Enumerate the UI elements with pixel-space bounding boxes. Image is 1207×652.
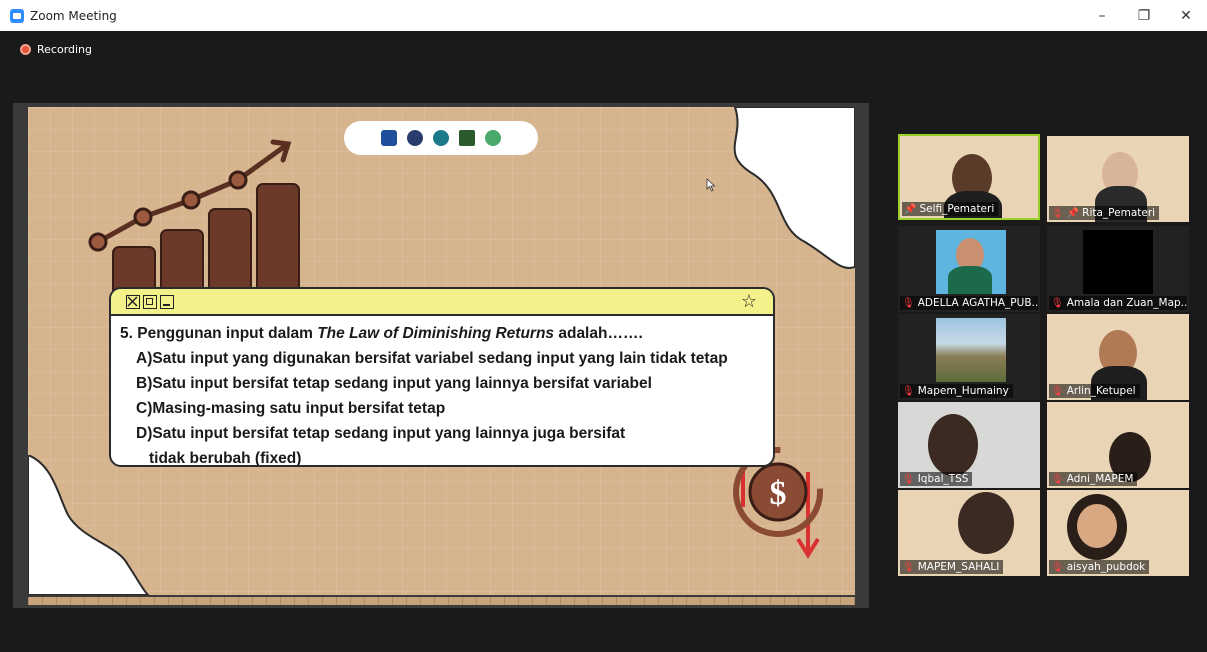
recording-indicator[interactable]: Recording: [20, 43, 92, 56]
pin-icon: 📌: [904, 203, 917, 215]
mic-muted-icon: 🎙: [902, 297, 915, 309]
participant-name: aisyah_pubdok: [1066, 561, 1146, 573]
video-tile-10[interactable]: 🎙 aisyah_pubdok: [1047, 490, 1189, 576]
question-card-header: ☆: [111, 289, 773, 316]
video-tile-8[interactable]: 🎙 Adni_MAPEM: [1047, 402, 1189, 488]
recording-label: Recording: [37, 43, 93, 56]
participant-name: Rita_Pemateri: [1082, 207, 1156, 219]
decorative-blob-bottom-left: [28, 455, 150, 595]
option-a: A)Satu input yang digunakan bersifat var…: [136, 350, 728, 367]
minimize-box-icon: [160, 294, 174, 309]
video-tile-9[interactable]: 🎙 MAPEM_SAHALI: [898, 490, 1040, 576]
video-tile-7[interactable]: 🎙 Iqbal_TSS: [898, 402, 1040, 488]
participant-name: ADELLA AGATHA_PUB...: [917, 297, 1038, 309]
video-tile-5[interactable]: 🎙 Mapem_Humainy: [898, 314, 1040, 400]
video-tile-2[interactable]: 🎙 📌 Rita_Pemateri: [1047, 136, 1189, 222]
option-c: C)Masing-masing satu input bersifat teta…: [136, 400, 446, 417]
maximize-box-icon: [143, 294, 157, 309]
close-button[interactable]: ✕: [1165, 0, 1207, 31]
participant-name: Mapem_Humainy: [917, 385, 1009, 397]
mouse-cursor-icon: [706, 178, 716, 192]
fossei-logo-icon: [433, 130, 449, 146]
participant-name: Iqbal_TSS: [917, 473, 969, 485]
window-titlebar: Zoom Meeting – ❐ ✕: [0, 0, 1207, 31]
org-logo-icon: [407, 130, 423, 146]
shared-screen[interactable]: $ ☆ 5. Penggunan input dalam The Law of …: [13, 103, 869, 608]
growth-chart-illustration: [88, 139, 300, 292]
zoom-app-icon: [10, 8, 24, 23]
question-text: 5. Penggunan input dalam The Law of Dimi…: [120, 325, 643, 342]
video-tile-4[interactable]: 🎙 Amala dan Zuan_Map...: [1047, 226, 1189, 312]
option-d-continuation: tidak berubah (fixed): [149, 450, 302, 467]
svg-text:$: $: [770, 475, 787, 512]
emblem-logo-icon: [459, 130, 475, 146]
mic-muted-icon: 🎙: [1051, 207, 1064, 219]
mic-muted-icon: 🎙: [1051, 561, 1064, 573]
participant-name: Selfi_Pemateri: [919, 203, 995, 215]
video-tile-1[interactable]: 📌 Selfi_Pemateri: [898, 134, 1040, 220]
mic-muted-icon: 🎙: [902, 561, 915, 573]
participant-name: Arlin_Ketupel: [1066, 385, 1136, 397]
close-box-icon: [126, 294, 140, 309]
mic-muted-icon: 🎙: [1051, 385, 1064, 397]
restore-button[interactable]: ❐: [1123, 0, 1165, 31]
anniversary-logo-icon: [485, 130, 501, 146]
pin-icon: 📌: [1066, 207, 1080, 219]
mic-muted-icon: 🎙: [1051, 297, 1064, 309]
minimize-button[interactable]: –: [1081, 0, 1123, 31]
window-title: Zoom Meeting: [30, 8, 117, 23]
option-b: B)Satu input bersifat tetap sedang input…: [136, 375, 652, 392]
logo-banner: [344, 121, 538, 155]
university-logo-icon: [381, 130, 397, 146]
question-card: ☆ 5. Penggunan input dalam The Law of Di…: [109, 287, 775, 467]
participant-name: Amala dan Zuan_Map...: [1066, 297, 1187, 309]
participant-name: Adni_MAPEM: [1066, 473, 1134, 485]
star-icon: ☆: [740, 291, 757, 312]
mic-muted-icon: 🎙: [1051, 473, 1064, 485]
window-controls: – ❐ ✕: [1081, 0, 1207, 31]
option-d: D)Satu input bersifat tetap sedang input…: [136, 425, 626, 442]
video-tile-6[interactable]: 🎙 Arlin_Ketupel: [1047, 314, 1189, 400]
decorative-blob-top-right: [733, 107, 855, 269]
participant-name: MAPEM_SAHALI: [917, 561, 1000, 573]
mic-muted-icon: 🎙: [902, 385, 915, 397]
presentation-slide: $ ☆ 5. Penggunan input dalam The Law of …: [28, 107, 855, 595]
video-tile-3[interactable]: 🎙 ADELLA AGATHA_PUB...: [898, 226, 1040, 312]
slide-bottom-strip: [28, 597, 855, 605]
question-content: 5. Penggunan input dalam The Law of Dimi…: [111, 316, 773, 467]
mic-muted-icon: 🎙: [902, 473, 915, 485]
recording-icon: [20, 44, 31, 55]
